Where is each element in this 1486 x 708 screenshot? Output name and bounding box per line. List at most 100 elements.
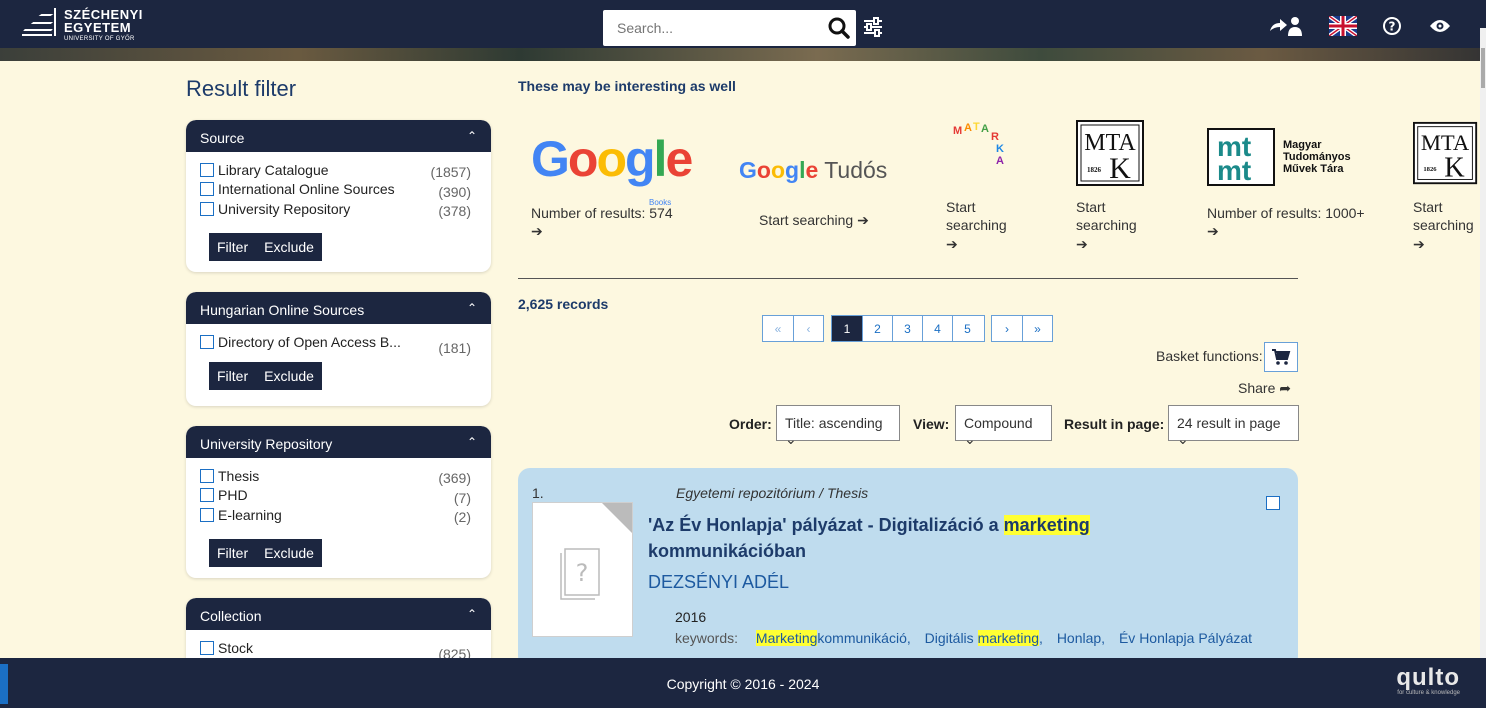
- keyword-link[interactable]: Év Honlapja Pályázat: [1119, 630, 1252, 646]
- result-type: Egyetemi repozitórium / Thesis: [676, 485, 869, 501]
- filter-option[interactable]: University Repository (378): [200, 199, 477, 219]
- pager-page-4[interactable]: 4: [922, 316, 952, 341]
- filter-option[interactable]: Stock (825): [200, 638, 477, 662]
- share-arrow-icon: ➦: [1279, 380, 1291, 396]
- google-books-logo: Google Books: [531, 131, 693, 207]
- filter-option[interactable]: Directory of Open Access B... (181): [200, 332, 477, 356]
- pager-prev-button[interactable]: ‹: [793, 316, 823, 341]
- keyword-link[interactable]: Digitális marketing,: [925, 630, 1043, 646]
- arrow-right-icon: ➔: [531, 223, 543, 240]
- filter-button[interactable]: Filter: [209, 362, 256, 390]
- collapse-chevron-icon[interactable]: ⌃: [467, 435, 477, 449]
- section-divider: [518, 278, 1298, 279]
- source-mta-library-1[interactable]: MTA 1826 K Start searching ➔: [1076, 120, 1166, 253]
- filter-option[interactable]: PHD (7): [200, 486, 477, 506]
- result-title-link[interactable]: 'Az Év Honlapja' pályázat - Digitalizáci…: [648, 512, 1208, 564]
- result-thumbnail[interactable]: ?: [532, 502, 633, 637]
- filter-panel-header[interactable]: Source ⌃: [186, 120, 491, 152]
- order-select[interactable]: Title: ascending ⌄: [776, 405, 900, 447]
- checkbox[interactable]: [200, 334, 214, 349]
- logo-line-2: EGYETEM: [64, 20, 132, 35]
- page-scrollbar[interactable]: [1480, 28, 1486, 658]
- result-author-link[interactable]: DEZSÉNYI ADÉL: [648, 572, 789, 593]
- google-scholar-logo: Google Tudós: [739, 157, 888, 183]
- checkbox[interactable]: [200, 182, 214, 197]
- arrow-right-icon: ➔: [857, 212, 869, 228]
- source-mtmt[interactable]: mt mt Magyar Tudományos Művek Tára Number…: [1207, 128, 1367, 240]
- checkbox[interactable]: [200, 162, 214, 177]
- pager-first-button[interactable]: «: [763, 316, 793, 341]
- checkbox[interactable]: [200, 640, 214, 655]
- search-box: [603, 10, 856, 46]
- source-google-scholar[interactable]: Google Tudós Start searching ➔: [739, 155, 899, 229]
- pager-page-3[interactable]: 3: [892, 316, 922, 341]
- search-icon[interactable]: [826, 15, 852, 41]
- chevron-down-icon: ⌄: [1177, 431, 1189, 447]
- basket-cart-button[interactable]: [1264, 342, 1298, 372]
- collapse-chevron-icon[interactable]: ⌃: [467, 301, 477, 315]
- accessibility-eye-icon[interactable]: [1428, 14, 1452, 38]
- svg-text:?: ?: [576, 559, 589, 587]
- filter-option[interactable]: International Online Sources (390): [200, 180, 477, 200]
- filter-option[interactable]: E-learning (2): [200, 505, 477, 525]
- view-select[interactable]: Compound ⌄: [955, 405, 1052, 447]
- footer: Copyright © 2016 - 2024 qulto for cultur…: [0, 658, 1486, 708]
- collapse-chevron-icon[interactable]: ⌃: [467, 607, 477, 621]
- pager-page-1[interactable]: 1: [832, 316, 862, 341]
- matarka-logo: M ATAR K A: [953, 121, 1004, 167]
- result-select-checkbox[interactable]: [1266, 496, 1280, 510]
- exclude-button[interactable]: Exclude: [256, 539, 322, 567]
- pager-next-button[interactable]: ›: [992, 316, 1022, 341]
- university-logo[interactable]: SZÉCHENYI EGYETEM UNIVERSITY OF GYŐR: [20, 8, 143, 42]
- source-google-books[interactable]: Google Books Number of results: 574 ➔: [531, 131, 693, 240]
- share-button[interactable]: Share ➦: [1238, 380, 1291, 397]
- checkbox[interactable]: [200, 468, 214, 483]
- source-matarka[interactable]: M ATAR K A Start searching ➔: [946, 120, 1036, 253]
- logo-line-3: UNIVERSITY OF GYŐR: [64, 36, 135, 42]
- filter-option[interactable]: Library Catalogue (1857): [200, 160, 477, 180]
- language-flag-icon[interactable]: [1328, 14, 1358, 38]
- pager-last-button[interactable]: »: [1022, 316, 1052, 341]
- filter-button[interactable]: Filter: [209, 539, 256, 567]
- checkbox[interactable]: [200, 201, 214, 216]
- filter-panel-header[interactable]: Hungarian Online Sources ⌃: [186, 292, 491, 324]
- result-keywords: keywords: Marketingkommunikáció, Digitál…: [675, 630, 1253, 646]
- checkbox[interactable]: [200, 488, 214, 503]
- filter-panel-header[interactable]: Collection ⌃: [186, 598, 491, 630]
- collapse-chevron-icon[interactable]: ⌃: [467, 129, 477, 143]
- source-mta-library-2[interactable]: MTA 1826 K Start searching ➔: [1413, 120, 1479, 253]
- keyword-link[interactable]: Honlap,: [1057, 630, 1105, 646]
- qulto-logo[interactable]: qulto for culture & knowledge: [1396, 666, 1460, 697]
- svg-text:1826: 1826: [1087, 166, 1102, 174]
- pager-page-2[interactable]: 2: [862, 316, 892, 341]
- chevron-down-icon: ⌄: [964, 431, 976, 447]
- login-icon[interactable]: [1268, 14, 1304, 38]
- filter-option[interactable]: Thesis (369): [200, 466, 477, 486]
- checkbox[interactable]: [200, 507, 214, 522]
- result-number: 1.: [532, 485, 544, 501]
- exclude-button[interactable]: Exclude: [256, 362, 322, 390]
- pager-pages: 1 2 3 4 5: [831, 315, 985, 342]
- exclude-button[interactable]: Exclude: [256, 233, 322, 261]
- top-navigation-bar: SZÉCHENYI EGYETEM UNIVERSITY OF GYŐR ?: [0, 0, 1486, 48]
- mtmt-logo: mt mt Magyar Tudományos Művek Tára: [1207, 128, 1367, 186]
- filter-button[interactable]: Filter: [209, 233, 256, 261]
- advanced-search-sliders-icon[interactable]: [862, 16, 884, 38]
- result-in-page-select[interactable]: 24 result in page ⌄: [1168, 405, 1299, 447]
- cart-icon: [1272, 349, 1291, 365]
- svg-text:1826: 1826: [1423, 166, 1437, 173]
- help-icon[interactable]: ?: [1381, 14, 1403, 38]
- filter-panel-university-repository: University Repository ⌃ Thesis (369) PHD (7…: [186, 426, 491, 578]
- chevron-down-icon: ⌄: [785, 431, 797, 447]
- view-label: View:: [913, 416, 950, 432]
- arrow-right-icon: ➔: [1076, 235, 1088, 252]
- arrow-right-icon: ➔: [1413, 235, 1425, 252]
- svg-text:MATARKA: M ATAR K A: [953, 121, 1004, 167]
- basket-functions-label: Basket functions:: [1156, 348, 1263, 364]
- mta-library-logo: MTA 1826 K: [1076, 120, 1144, 186]
- copyright-text: Copyright © 2016 - 2024: [666, 676, 820, 692]
- keyword-link[interactable]: Marketingkommunikáció,: [755, 630, 911, 646]
- pager-page-5[interactable]: 5: [952, 316, 982, 341]
- search-input[interactable]: [603, 10, 803, 46]
- filter-panel-header[interactable]: University Repository ⌃: [186, 426, 491, 458]
